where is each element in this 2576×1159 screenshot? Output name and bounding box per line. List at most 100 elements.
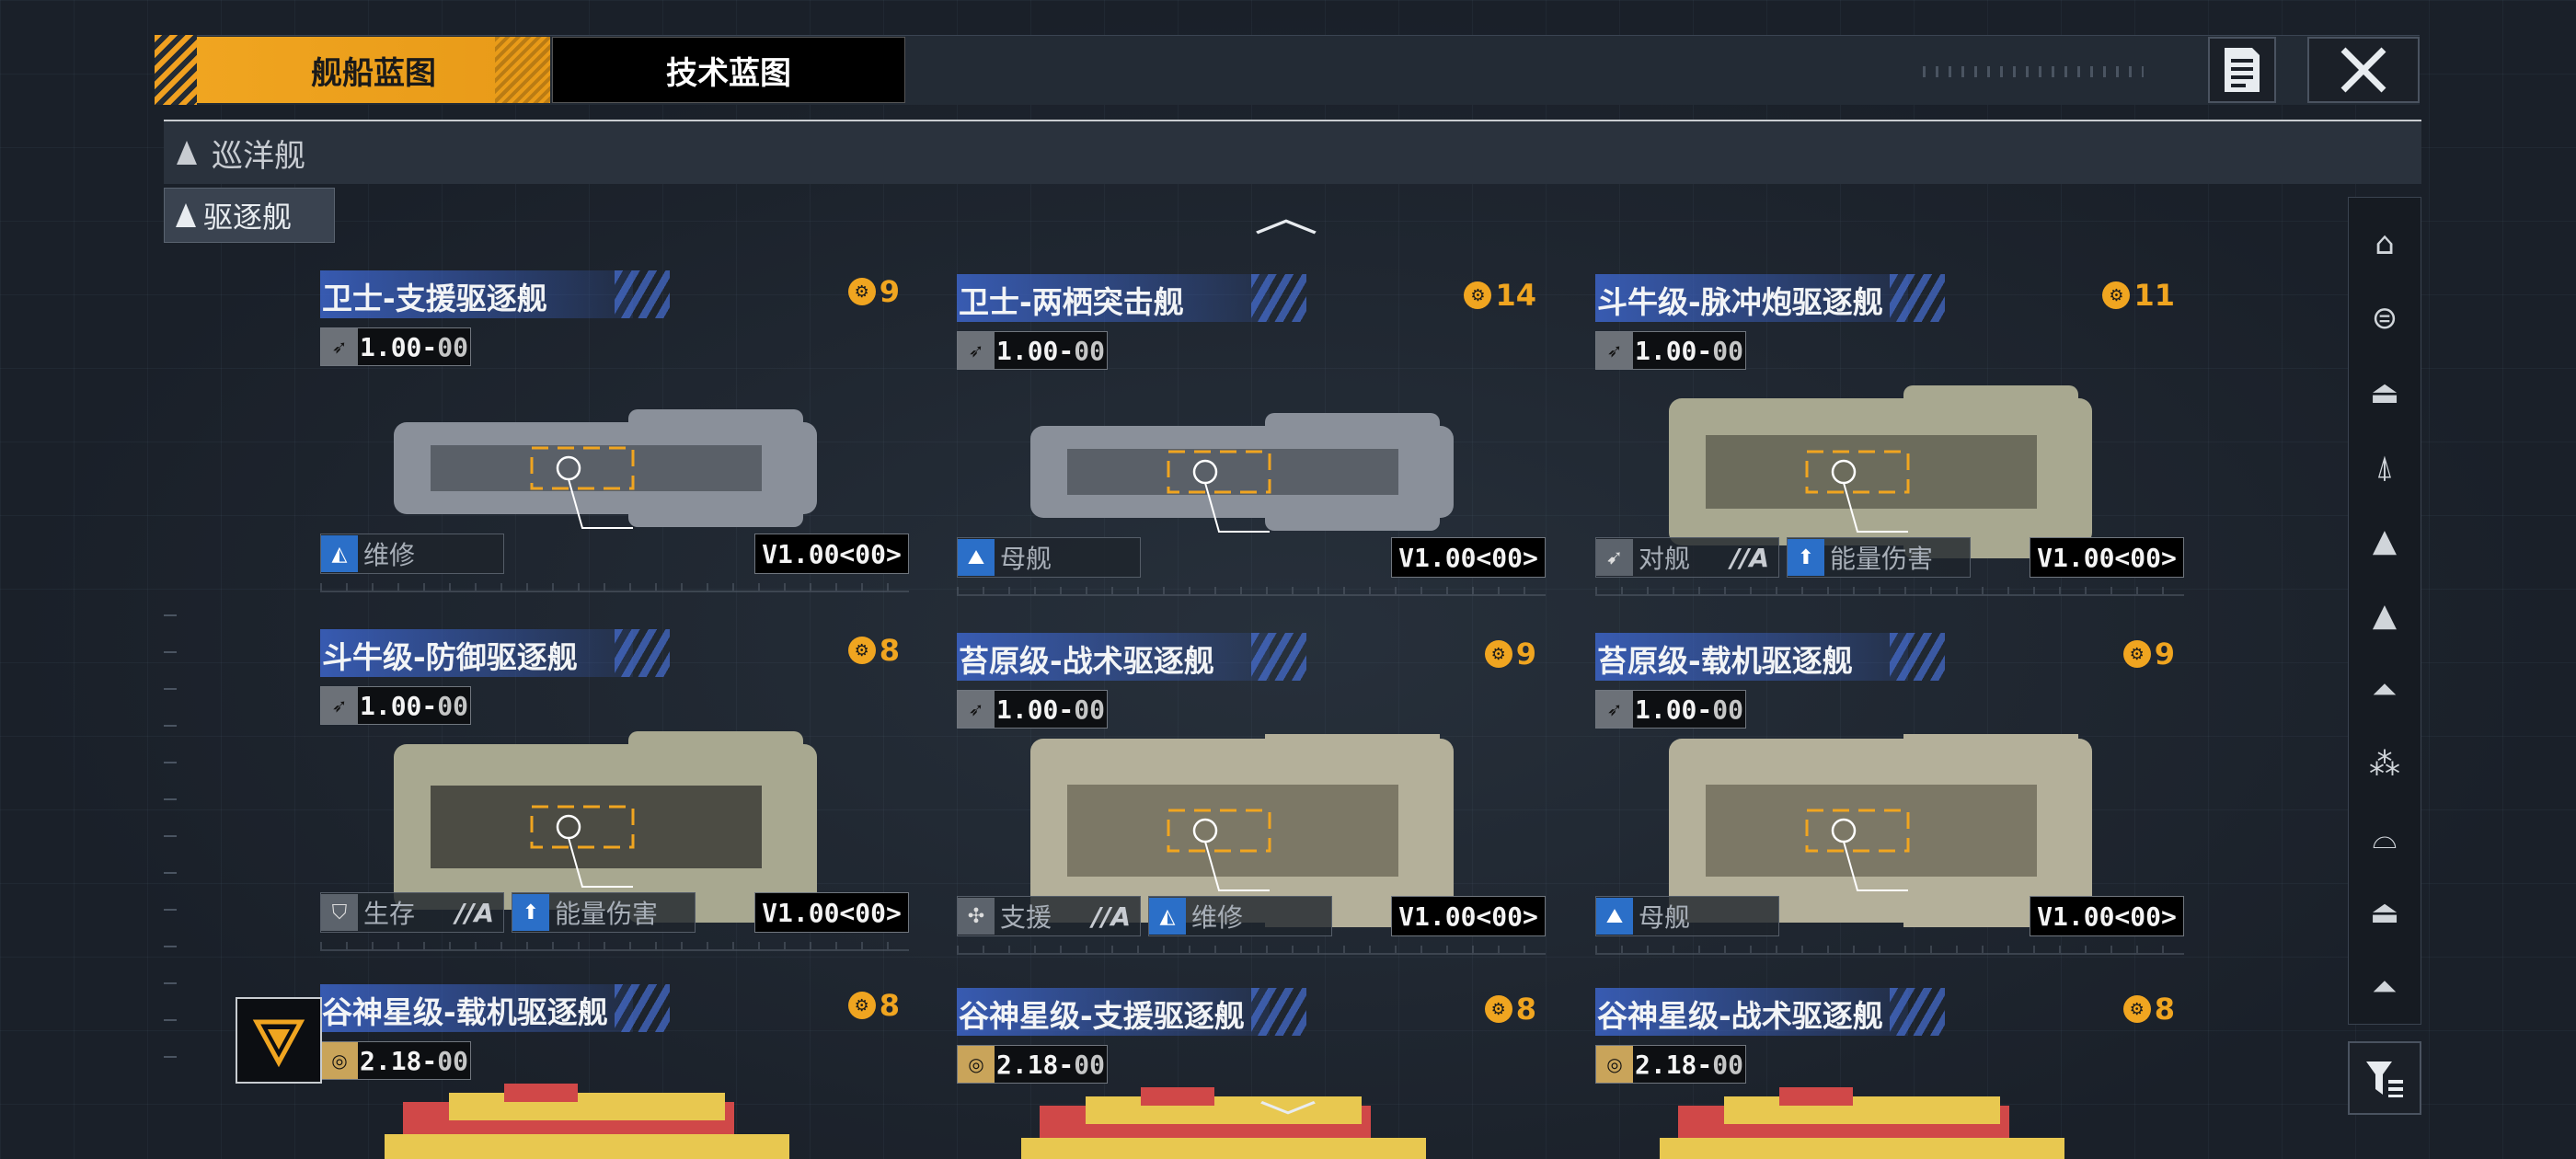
ship-card[interactable]: 苔原级-载机驱逐舰 ⚙ 9 ➶ 1.00-00 ⛰ 母舰 V1.00<00> — [1595, 633, 2184, 982]
ship-name: 卫士-两栖突击舰 — [959, 284, 1184, 320]
role-tag[interactable]: ✣ 支援 //A — [957, 896, 1141, 936]
ship-class-nav-item[interactable]: ▲ — [2348, 504, 2421, 579]
repair-icon: ◭ — [1149, 898, 1186, 935]
version-tag: V1.00<00> — [1391, 896, 1546, 936]
blueprint-version: ◎ 2.18-00 — [1595, 1045, 1746, 1084]
role-tag[interactable]: ⛰ 母舰 — [957, 537, 1141, 578]
role-tag[interactable]: ◭ 维修 — [1148, 896, 1332, 936]
build-cost: ⚙ 8 — [847, 633, 900, 668]
ship-name: 苔原级-战术驱逐舰 — [959, 643, 1214, 679]
role-tag[interactable]: ⛰ 母舰 — [1595, 896, 1779, 936]
ship-class-nav-item[interactable]: ⏶ — [2348, 652, 2421, 727]
cost-value: 11 — [2133, 278, 2175, 313]
role-tag[interactable]: ⬆ 能量伤害 — [1787, 537, 1971, 578]
ship-class-nav-item[interactable]: ▲ — [2348, 579, 2421, 653]
category-destroyer[interactable]: 驱逐舰 — [164, 188, 335, 243]
role-tags: ⛰ 母舰 — [957, 537, 1141, 578]
ship-card[interactable]: 谷神星级-载机驱逐舰 ⚙ 8 ◎ 2.18-00 — [320, 984, 909, 1159]
version-number: 1.00-00 — [359, 331, 468, 362]
close-icon — [2340, 47, 2386, 93]
support-icon: ✣ — [958, 898, 995, 935]
ship-card[interactable]: 斗牛级-防御驱逐舰 ⚙ 8 ➶ 1.00-00 ⛉ 生存 //A ⬆ 能量伤害 V1.00<00> — [320, 629, 909, 979]
ship-class-nav-item[interactable]: ⁂ — [2348, 727, 2421, 801]
ship-class-nav-item[interactable]: ⏏ — [2348, 876, 2421, 950]
ship-class-nav-item[interactable]: ⌂ — [2348, 207, 2421, 281]
role-tag[interactable]: ⛉ 生存 //A — [320, 892, 504, 933]
tier-badge-icon: ◎ — [958, 1046, 995, 1083]
cost-gear-icon: ⚙ — [847, 992, 876, 1019]
destroyer-icon — [176, 203, 196, 227]
build-cost: ⚙ 8 — [847, 988, 900, 1023]
tag-label: 维修 — [363, 540, 416, 570]
tab-label: 舰船蓝图 — [311, 54, 436, 92]
document-button[interactable] — [2208, 37, 2276, 103]
build-cost: ⚙ 11 — [2102, 278, 2175, 313]
blueprint-version: ◎ 2.18-00 — [320, 1041, 471, 1080]
ship-card[interactable]: 斗牛级-脉冲炮驱逐舰 ⚙ 11 ➶ 1.00-00 ➹ 对舰 //A ⬆ 能量伤害 V1.00<0… — [1595, 274, 2184, 624]
ship-image — [385, 1084, 789, 1159]
ship-name: 谷神星级-支援驱逐舰 — [959, 998, 1245, 1034]
document-icon — [2225, 48, 2260, 92]
filter-button[interactable] — [2348, 1041, 2421, 1115]
card-divider — [320, 583, 909, 592]
carrier-tag-icon: ⛰ — [958, 539, 995, 576]
card-divider — [957, 946, 1546, 955]
version-number: 1.00-00 — [995, 335, 1105, 366]
tab-ship-blueprints[interactable]: 舰船蓝图 — [197, 37, 550, 103]
role-tags: ➹ 对舰 //A ⬆ 能量伤害 — [1595, 537, 1971, 578]
tag-label: 能量伤害 — [555, 899, 659, 929]
ship-class-nav-item[interactable]: ⏶ — [2348, 949, 2421, 1024]
cruiser-variant-icon: ⍋ — [2375, 448, 2395, 486]
ship-type-icon: ➶ — [321, 687, 358, 724]
cost-value: 8 — [1515, 992, 1536, 1027]
fleet-emblem-button[interactable] — [236, 997, 322, 1084]
cost-gear-icon: ⚙ — [2102, 281, 2131, 309]
ship-name: 谷神星级-载机驱逐舰 — [322, 994, 608, 1030]
version-sub: 00 — [437, 331, 468, 362]
auxiliary-icon: ⌓ — [2372, 820, 2398, 857]
ship-class-nav-item[interactable]: ⍋ — [2348, 430, 2421, 504]
energy-damage-icon: ⬆ — [1788, 539, 1824, 576]
ship-card[interactable]: 卫士-支援驱逐舰 ⚙ 9 ➶ 1.00-00 ◭ 维修 V1.00<00> — [320, 270, 909, 620]
cost-value: 8 — [2154, 992, 2175, 1027]
tag-grade: //A — [1091, 901, 1131, 932]
category-cruiser[interactable]: 巡洋舰 — [164, 120, 2421, 184]
ship-card[interactable]: 谷神星级-支援驱逐舰 ⚙ 8 ◎ 2.18-00 — [957, 988, 1546, 1159]
ship-type-icon: ➶ — [321, 328, 358, 365]
role-tag[interactable]: ⬆ 能量伤害 — [512, 892, 696, 933]
tag-label: 母舰 — [1639, 902, 1691, 933]
card-divider — [957, 587, 1546, 596]
tag-label: 支援 — [1000, 902, 1052, 933]
cost-value: 9 — [1515, 637, 1536, 671]
tab-tech-blueprints[interactable]: 技术蓝图 — [552, 37, 905, 103]
version-tag: V1.00<00> — [754, 892, 909, 933]
ship-class-nav-item[interactable]: ⏏ — [2348, 355, 2421, 430]
ship-card[interactable]: 苔原级-战术驱逐舰 ⚙ 9 ➶ 1.00-00 ✣ 支援 //A ◭ 维修 V1.00<00> — [957, 633, 1546, 982]
cost-value: 8 — [879, 633, 900, 668]
tag-label: 能量伤害 — [1830, 544, 1934, 574]
ship-class-nav-item[interactable]: ⊜ — [2348, 281, 2421, 356]
version-main: 1.00 — [1634, 335, 1697, 366]
build-cost: ⚙ 9 — [2122, 637, 2175, 671]
version-main: 2.18 — [359, 1045, 422, 1076]
cost-gear-icon: ⚙ — [2122, 995, 2151, 1023]
blueprint-version: ➶ 1.00-00 — [1595, 690, 1746, 729]
ship-card[interactable]: 谷神星级-战术驱逐舰 ⚙ 8 ◎ 2.18-00 — [1595, 988, 2184, 1159]
close-button[interactable] — [2307, 37, 2420, 103]
ship-class-nav-item[interactable]: ⌓ — [2348, 801, 2421, 876]
category-label: 巡洋舰 — [212, 137, 305, 175]
decorative-ruler — [164, 598, 177, 1058]
ship-card[interactable]: 卫士-两栖突击舰 ⚙ 14 ➶ 1.00-00 ⛰ 母舰 V1.00<00> — [957, 274, 1546, 624]
card-divider — [1595, 587, 2184, 596]
scroll-up-chevron-icon[interactable]: ︿ — [1254, 184, 1318, 243]
build-cost: ⚙ 9 — [1484, 637, 1536, 671]
blueprint-version: ➶ 1.00-00 — [1595, 331, 1746, 370]
cost-value: 9 — [879, 274, 900, 309]
scroll-down-chevron-icon[interactable]: ﹀ — [1259, 1089, 1317, 1142]
tag-label: 生存 — [363, 899, 416, 929]
tier-badge-icon: ◎ — [1596, 1046, 1633, 1083]
version-tag: V1.00<00> — [754, 534, 909, 574]
role-tag[interactable]: ◭ 维修 — [320, 534, 504, 574]
role-tag[interactable]: ➹ 对舰 //A — [1595, 537, 1779, 578]
fighter-icon: ⁂ — [2369, 745, 2400, 783]
